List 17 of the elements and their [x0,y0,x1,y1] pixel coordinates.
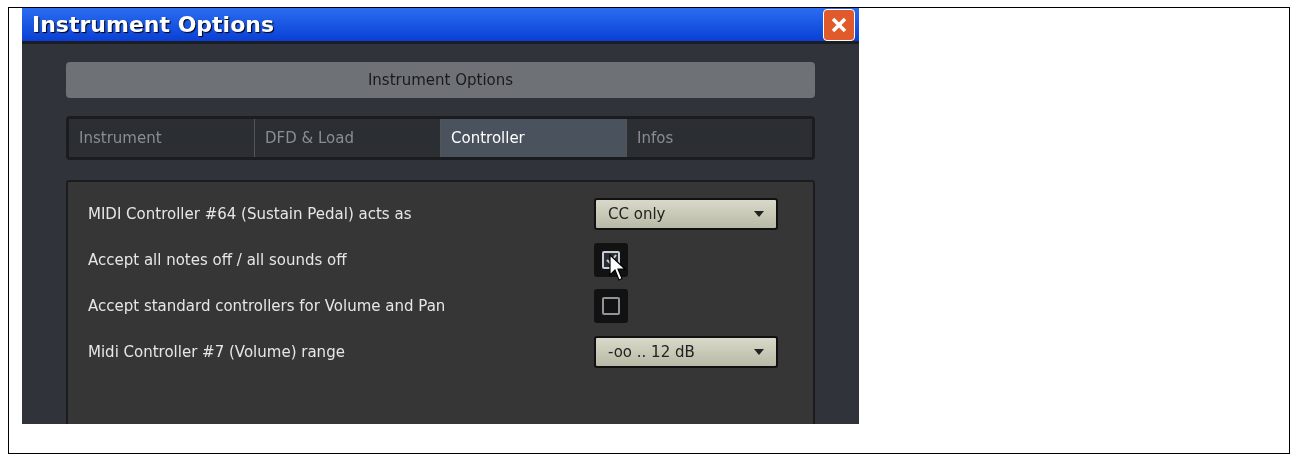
option-label: Accept standard controllers for Volume and Pan [88,295,447,317]
section-header: Instrument Options [66,62,815,98]
close-button[interactable] [823,8,855,41]
caret-icon [754,349,764,355]
window-title: Instrument Options [32,11,275,39]
tab[interactable]: Instrument [69,119,254,157]
tab[interactable]: Controller [440,119,626,157]
dropdown[interactable]: -oo .. 12 dB [594,336,778,368]
option-label: Midi Controller #7 (Volume) range [88,341,346,363]
dropdown[interactable]: CC only [594,198,778,230]
tab[interactable]: Infos [626,119,812,157]
close-icon [830,15,848,34]
caret-icon [754,211,764,217]
tab[interactable]: DFD & Load [254,119,440,157]
option-label: MIDI Controller #64 (Sustain Pedal) acts as [88,203,413,225]
option-label: Accept all notes off / all sounds off [88,249,348,271]
checkbox[interactable] [594,289,628,323]
